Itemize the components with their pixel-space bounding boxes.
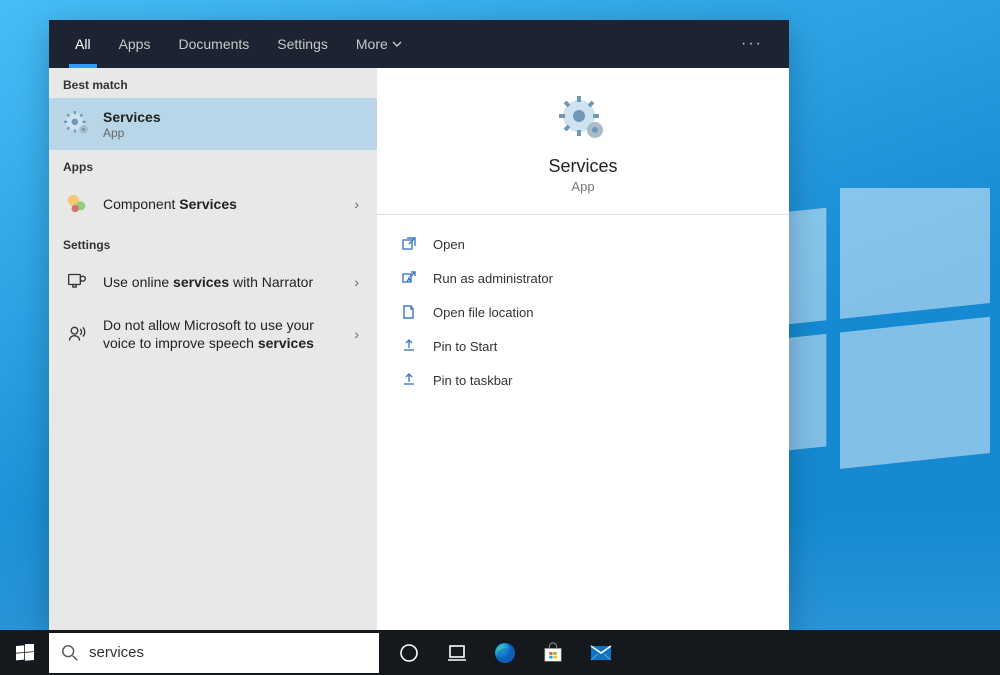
- preview-title: Services: [548, 156, 617, 177]
- store-icon: [542, 642, 564, 664]
- tab-documents[interactable]: Documents: [164, 20, 263, 68]
- taskbar-app-icons: [379, 630, 625, 675]
- result-title: Component Services: [103, 195, 338, 213]
- speech-privacy-icon: [63, 320, 91, 348]
- task-view-button[interactable]: [433, 630, 481, 675]
- preview-actions: Open Run as administrator Open file loca…: [377, 215, 789, 409]
- best-match-title: Services: [103, 108, 363, 126]
- result-narrator-services[interactable]: Use online services with Narrator ›: [49, 258, 377, 306]
- action-pin-to-taskbar[interactable]: Pin to taskbar: [387, 363, 779, 397]
- pin-icon: [401, 338, 417, 354]
- result-component-services[interactable]: Component Services ›: [49, 180, 377, 228]
- action-label: Pin to taskbar: [433, 373, 513, 388]
- action-label: Open: [433, 237, 465, 252]
- chevron-right-icon: ›: [350, 274, 363, 290]
- tab-settings[interactable]: Settings: [263, 20, 342, 68]
- gear-icon: [559, 96, 607, 144]
- tab-more-label: More: [356, 36, 388, 52]
- search-icon: [61, 644, 79, 662]
- search-input[interactable]: [89, 644, 367, 661]
- best-match-text: Services App: [103, 108, 363, 140]
- search-results-panel: All Apps Documents Settings More ··· Bes…: [49, 20, 789, 630]
- cortana-icon: [399, 643, 419, 663]
- tab-all[interactable]: All: [61, 20, 105, 68]
- results-preview-column: Services App Open Run as administrator: [377, 68, 789, 630]
- tab-more[interactable]: More: [342, 20, 416, 68]
- chevron-right-icon: ›: [350, 326, 363, 342]
- apps-header: Apps: [49, 150, 377, 180]
- action-label: Run as administrator: [433, 271, 553, 286]
- edge-button[interactable]: [481, 630, 529, 675]
- action-run-as-admin[interactable]: Run as administrator: [387, 261, 779, 295]
- windows-logo-icon: [16, 644, 34, 662]
- result-title: Do not allow Microsoft to use your voice…: [103, 316, 338, 352]
- chevron-down-icon: [392, 39, 402, 49]
- start-button[interactable]: [0, 630, 49, 675]
- result-text: Component Services: [103, 195, 338, 213]
- result-text: Use online services with Narrator: [103, 273, 338, 291]
- action-open[interactable]: Open: [387, 227, 779, 261]
- chevron-right-icon: ›: [350, 196, 363, 212]
- action-pin-to-start[interactable]: Pin to Start: [387, 329, 779, 363]
- search-tabs-bar: All Apps Documents Settings More ···: [49, 20, 789, 68]
- open-icon: [401, 236, 417, 252]
- best-match-header: Best match: [49, 68, 377, 98]
- edge-icon: [493, 641, 517, 665]
- action-open-file-location[interactable]: Open file location: [387, 295, 779, 329]
- action-label: Open file location: [433, 305, 533, 320]
- task-view-icon: [447, 643, 467, 663]
- gear-icon: [63, 110, 91, 138]
- component-services-icon: [63, 190, 91, 218]
- result-speech-services[interactable]: Do not allow Microsoft to use your voice…: [49, 306, 377, 362]
- results-body: Best match Services App Apps Component S…: [49, 68, 789, 630]
- shield-icon: [401, 270, 417, 286]
- store-button[interactable]: [529, 630, 577, 675]
- taskbar-search-box[interactable]: [49, 633, 379, 673]
- best-match-sub: App: [103, 126, 363, 140]
- result-title: Use online services with Narrator: [103, 273, 338, 291]
- settings-header: Settings: [49, 228, 377, 258]
- best-match-services[interactable]: Services App: [49, 98, 377, 150]
- cortana-button[interactable]: [385, 630, 433, 675]
- more-options-button[interactable]: ···: [727, 35, 777, 53]
- preview-sub: App: [571, 179, 594, 194]
- narrator-icon: [63, 268, 91, 296]
- folder-icon: [401, 304, 417, 320]
- action-label: Pin to Start: [433, 339, 497, 354]
- mail-button[interactable]: [577, 630, 625, 675]
- tab-apps[interactable]: Apps: [105, 20, 165, 68]
- taskbar: [0, 630, 1000, 675]
- preview-header: Services App: [377, 68, 789, 215]
- result-text: Do not allow Microsoft to use your voice…: [103, 316, 338, 352]
- mail-icon: [589, 641, 613, 665]
- pin-icon: [401, 372, 417, 388]
- results-left-column: Best match Services App Apps Component S…: [49, 68, 377, 630]
